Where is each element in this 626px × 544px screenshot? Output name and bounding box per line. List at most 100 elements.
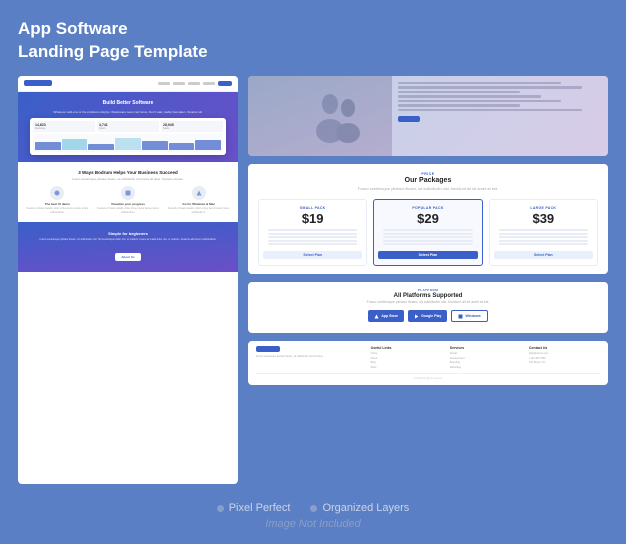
platforms-section: PLATFORM All Platforms Supported Fusco s… [248, 282, 608, 333]
lp-nav-item [188, 82, 200, 85]
appstore-label: App Store [381, 314, 398, 318]
badge-dot [217, 505, 224, 512]
pricing-select-button[interactable]: Select Plan [263, 251, 362, 259]
pricing-card-large: LARGE PACK $39 Select Plan [489, 199, 598, 266]
lp-dashboard-mockup: 14,623 Revenue 3,741 Users 28,945 Sales [30, 118, 226, 155]
pricing-feature [499, 236, 588, 238]
windows-label: Windows [465, 314, 480, 318]
page-title: App Software Landing Page Template [18, 18, 608, 64]
platforms-subtitle: Fusco scelerisque plictaur lituam, sit s… [258, 300, 598, 305]
feature-desc: Sceleris of basic details, dolor of key … [95, 207, 162, 214]
dash-stat-users: 3,741 Users [97, 121, 159, 132]
pricing-feature [383, 233, 472, 235]
footer-brand: Fusco scelerisque plictaur lituam, sit s… [256, 346, 363, 370]
pricing-features [378, 229, 477, 245]
left-column: Build Better Software Whatever add-ons o… [18, 76, 238, 484]
googleplay-button[interactable]: Google Play [408, 310, 447, 322]
cta-title: Simple for beginners [40, 231, 217, 236]
footer-copyright: © 2020 All rights reserved [256, 373, 600, 380]
pricing-feature [268, 233, 357, 235]
image-not-included-label: Image Not Included [18, 518, 608, 530]
appstore-button[interactable]: App Store [368, 310, 404, 322]
title-area: App Software Landing Page Template [18, 18, 608, 64]
photo-text-line [398, 104, 520, 107]
right-photo-area [248, 76, 608, 156]
footer-link[interactable]: Marketing [450, 366, 521, 371]
feature-label: The best UI demo [24, 202, 91, 206]
photo-text-line [398, 86, 582, 89]
pricing-plan-price: $29 [378, 212, 477, 225]
right-column: PRICE Our Packages Fusco scelerisque pli… [248, 76, 608, 484]
feature-label: Visualize your progress [95, 202, 162, 206]
lp-nav [158, 81, 232, 86]
dash-bar [195, 140, 221, 151]
main-container: App Software Landing Page Template [0, 0, 626, 544]
lp-features-title: 3 Ways Bodrum Helps Your Business Succee… [24, 170, 232, 175]
cta-button[interactable]: About Us [115, 253, 140, 261]
pricing-feature [499, 233, 588, 235]
pricing-plan-price: $39 [494, 212, 593, 225]
lp-nav-item [158, 82, 170, 85]
pricing-feature [383, 243, 472, 245]
cta-desc: Fusco scelerisque plictaur lituam, sit s… [40, 238, 217, 242]
platforms-buttons: App Store Google Play Windows [258, 310, 598, 322]
feature-desc: Sceleris of basic details, dolor of key … [24, 207, 91, 214]
photo-text-overlay [392, 76, 608, 156]
pricing-plan-tag: SMALL PACK [263, 206, 362, 210]
badge-dot [310, 505, 317, 512]
pricing-cards: SMALL PACK $19 Select Plan POPULAR PACK [258, 199, 598, 266]
pricing-subtitle: Fusco scelerisque plictaur lituam, sit s… [258, 186, 598, 192]
pricing-feature [383, 236, 472, 238]
footer-col-title: Services [450, 346, 521, 350]
footer-col-contact: Contact Us hello@lorem.com +123 456 7890… [529, 346, 600, 370]
lp-nav-item [173, 82, 185, 85]
pricing-feature [268, 229, 357, 231]
footer-link[interactable]: 123 Street, NY [529, 361, 600, 366]
pricing-feature [383, 240, 472, 242]
pricing-plan-tag: LARGE PACK [494, 206, 593, 210]
pricing-feature [499, 240, 588, 242]
pricing-plan-price: $19 [263, 212, 362, 225]
footer-col-links: Useful Links Home About Blog Work [371, 346, 442, 370]
photo-cta-button[interactable] [398, 116, 420, 122]
dash-stat-revenue: 14,623 Revenue [33, 121, 95, 132]
footer-link[interactable]: Work [371, 366, 442, 371]
dash-bar [169, 143, 195, 151]
badge-label: Pixel Perfect [229, 502, 291, 514]
pricing-card-small: SMALL PACK $19 Select Plan [258, 199, 367, 266]
photo-text-line [398, 95, 541, 98]
lp-feature-item: Go for Windows & Mac Sceleris of basic d… [165, 186, 232, 214]
dash-bar [115, 138, 141, 151]
footer-col-title: Useful Links [371, 346, 442, 350]
windows-button[interactable]: Windows [451, 310, 487, 322]
lp-features-row: The best UI demo Sceleris of basic detai… [24, 186, 232, 214]
footer-inner: Fusco scelerisque plictaur lituam, sit s… [256, 346, 600, 370]
pricing-tag: PRICE [258, 172, 598, 176]
footer-col-title: Contact Us [529, 346, 600, 350]
photo-text-line [398, 91, 520, 94]
lp-cta-section: Simple for beginners Fusco scelerisque p… [18, 222, 238, 272]
platforms-title: All Platforms Supported [258, 293, 598, 299]
photo-lines [398, 82, 602, 112]
pricing-feature [383, 229, 472, 231]
bottom-badges: Pixel Perfect Organized Layers [18, 494, 608, 514]
footer-description: Fusco scelerisque plictaur lituam, sit s… [256, 355, 363, 359]
pricing-section: PRICE Our Packages Fusco scelerisque pli… [248, 164, 608, 275]
dash-stats-row: 14,623 Revenue 3,741 Users 28,945 Sales [33, 121, 223, 132]
feature-label: Go for Windows & Mac [165, 202, 232, 206]
badge-organized-layers: Organized Layers [310, 502, 409, 514]
pricing-select-button[interactable]: Select Plan [378, 251, 477, 259]
footer-col-services: Services Design Development Branding Mar… [450, 346, 521, 370]
dash-stat-sales: 28,945 Sales [161, 121, 223, 132]
lp-features-sub: Fusco scelerisque plictaur lituam, sit s… [24, 177, 232, 181]
googleplay-label: Google Play [421, 314, 441, 318]
lp-nav-cta[interactable] [218, 81, 232, 86]
pricing-card-popular: POPULAR PACK $29 Select Plan [373, 199, 482, 266]
pricing-feature [268, 240, 357, 242]
pricing-feature [268, 236, 357, 238]
feature-icon [121, 186, 135, 200]
badge-label: Organized Layers [322, 502, 409, 514]
pricing-select-button[interactable]: Select Plan [494, 251, 593, 259]
landing-preview: Build Better Software Whatever add-ons o… [18, 76, 238, 484]
photo-text-line [398, 82, 561, 85]
